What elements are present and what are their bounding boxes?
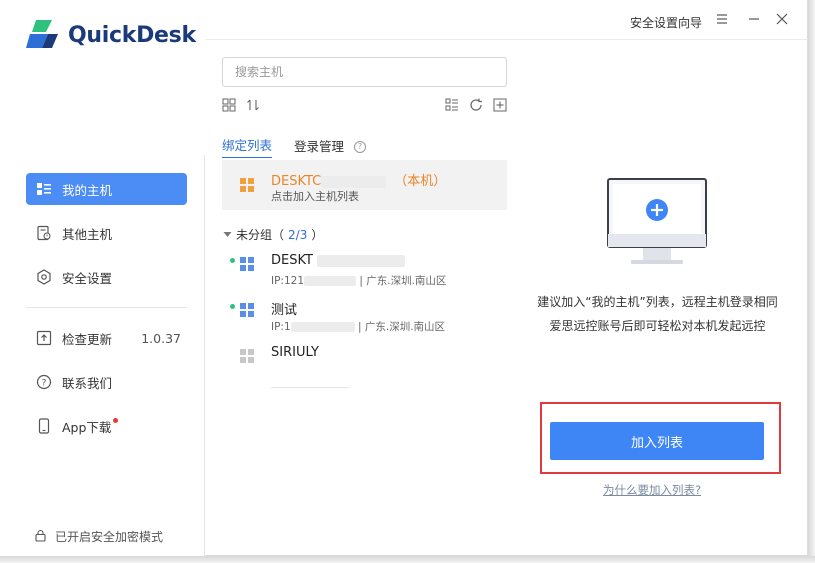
grid-view-icon[interactable]	[222, 98, 236, 114]
promo-text: 建议加入“我的主机”列表，远程主机登录相同 爱思远控账号后即可轻松对本机发起远控	[520, 290, 795, 338]
app-logo: QuickDesk	[26, 18, 196, 52]
windows-logo-icon	[240, 178, 254, 195]
promo-line-2: 爱思远控账号后即可轻松对本机发起远控	[549, 319, 766, 333]
sidebar-item-app-download[interactable]: App下载	[26, 410, 187, 442]
security-guide-link[interactable]: 安全设置向导	[630, 14, 702, 31]
svg-text:?: ?	[42, 379, 47, 389]
host-divider	[271, 387, 349, 388]
sidebar-divider	[26, 307, 187, 308]
sidebar: QuickDesk 我的主机 其他主机 安全设置 检查更新 1.0.37 ? 联…	[0, 0, 205, 556]
host-ip: IP:1	[271, 321, 291, 333]
sidebar-item-label: 安全设置	[62, 270, 113, 286]
window-shadow-bottom	[0, 556, 815, 563]
other-host-icon	[36, 225, 52, 241]
list-view-icon[interactable]	[445, 98, 459, 114]
minimize-icon[interactable]	[746, 11, 762, 27]
local-host-name: DESKTC	[271, 174, 322, 189]
sidebar-item-my-hosts[interactable]: 我的主机	[26, 173, 187, 205]
close-icon[interactable]	[774, 11, 790, 27]
windows-logo-icon	[240, 257, 254, 274]
online-status-dot	[230, 258, 235, 263]
phone-icon	[36, 418, 52, 434]
host-item[interactable]: 测试 IP:1 | 广东.深圳.南山区	[230, 299, 500, 339]
sidebar-item-label: 其他主机	[62, 226, 113, 242]
list-tabs: 绑定列表 登录管理 ?	[222, 135, 367, 158]
window-shadow-right	[808, 0, 815, 563]
host-ip: IP:121	[271, 275, 305, 287]
redacted-text	[321, 175, 387, 188]
group-count: 2/3	[288, 227, 308, 242]
help-circle-icon: ?	[36, 374, 52, 390]
host-name: SIRIULY	[271, 345, 319, 360]
primary-nav: 我的主机 其他主机 安全设置	[26, 173, 187, 305]
sidebar-item-label: 我的主机	[62, 182, 113, 198]
sidebar-item-label: App下载	[62, 419, 112, 435]
shield-gear-icon	[36, 269, 52, 285]
app-window: QuickDesk 我的主机 其他主机 安全设置 检查更新 1.0.37 ? 联…	[0, 0, 808, 556]
caret-down-icon	[223, 228, 232, 242]
sidebar-item-contact[interactable]: ? 联系我们	[26, 366, 187, 398]
help-icon[interactable]: ?	[354, 140, 367, 153]
search-input[interactable]	[222, 57, 507, 87]
lock-icon	[34, 529, 47, 545]
title-bar: 安全设置向导	[206, 0, 808, 40]
version-number: 1.0.37	[141, 330, 181, 346]
tab-bound-list[interactable]: 绑定列表	[222, 135, 273, 158]
windows-logo-icon	[240, 303, 254, 320]
host-item[interactable]: DESKT IP:121 | 广东.深圳.南山区	[230, 253, 500, 293]
monitor-illustration	[607, 178, 707, 271]
sidebar-item-label: 检查更新	[62, 331, 113, 347]
secondary-nav: 检查更新 1.0.37 ? 联系我们 App下载	[26, 322, 187, 454]
notification-badge	[113, 417, 119, 423]
host-item[interactable]: SIRIULY	[230, 345, 500, 388]
local-host-card[interactable]: DESKTC （本机） 点击加入主机列表	[222, 160, 507, 210]
view-toolbar-right	[445, 98, 507, 114]
host-location: | 广东.深圳.南山区	[359, 275, 447, 287]
add-to-list-button[interactable]: 加入列表	[550, 422, 764, 460]
host-name: DESKT	[271, 253, 313, 268]
group-header[interactable]: 未分组（ 2/3）	[223, 226, 323, 243]
app-name: QuickDesk	[68, 22, 196, 48]
local-host-subtitle: 点击加入主机列表	[271, 190, 359, 203]
host-list-icon	[36, 181, 52, 197]
upload-icon	[36, 330, 52, 346]
encryption-status-text: 已开启安全加密模式	[55, 530, 164, 544]
redacted-text	[304, 276, 357, 286]
local-host-tag: （本机）	[394, 174, 447, 189]
redacted-text	[316, 254, 405, 267]
group-label-close: ）	[311, 228, 324, 242]
sidebar-item-other-hosts[interactable]: 其他主机	[26, 217, 187, 249]
view-toolbar-left	[222, 98, 260, 114]
menu-icon[interactable]	[714, 11, 730, 27]
tab-login-management[interactable]: 登录管理	[294, 136, 344, 158]
redacted-text	[290, 322, 355, 332]
windows-logo-icon	[240, 349, 254, 366]
why-add-link[interactable]: 为什么要加入列表?	[603, 482, 701, 498]
host-name: 测试	[271, 303, 298, 318]
group-label: 未分组（	[236, 228, 285, 242]
sidebar-item-label: 联系我们	[62, 375, 113, 391]
host-location: | 广东.深圳.南山区	[358, 321, 446, 333]
promo-line-1: 建议加入“我的主机”列表，远程主机登录相同	[537, 295, 778, 309]
refresh-icon[interactable]	[469, 98, 483, 114]
online-status-dot	[230, 304, 235, 309]
sort-icon[interactable]	[246, 98, 260, 114]
add-host-icon[interactable]	[493, 98, 507, 114]
sidebar-item-security[interactable]: 安全设置	[26, 261, 187, 293]
sidebar-item-check-update[interactable]: 检查更新 1.0.37	[26, 322, 187, 354]
quickdesk-logo-icon	[26, 18, 60, 52]
encryption-status: 已开启安全加密模式	[34, 528, 163, 545]
